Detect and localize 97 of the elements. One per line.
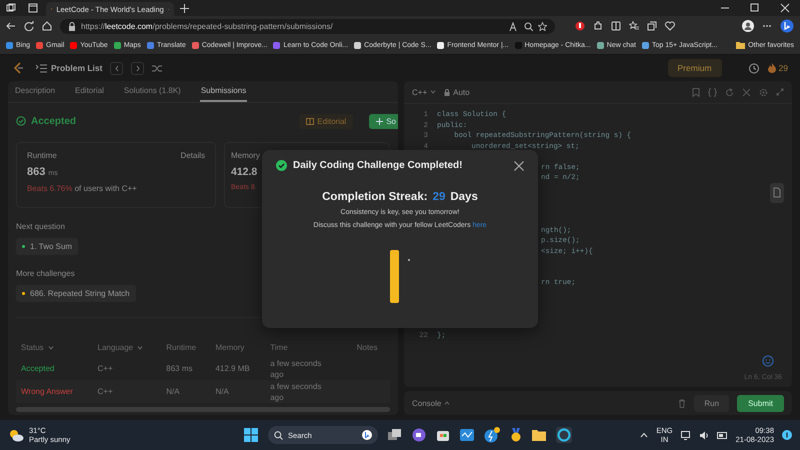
- tab-actions-icon[interactable]: [28, 3, 38, 13]
- code-language-select[interactable]: C++: [412, 88, 436, 96]
- scrollbar[interactable]: [16, 407, 390, 412]
- streak-bar-drawing: [390, 250, 412, 304]
- chevron-up-icon[interactable]: [640, 432, 648, 438]
- workspaces-icon[interactable]: [6, 3, 16, 13]
- lock-icon: [444, 88, 450, 96]
- refresh-icon[interactable]: [24, 21, 34, 31]
- copilot-icon: [362, 430, 372, 440]
- search-icon: [274, 430, 283, 440]
- column-header: Runtime: [166, 343, 196, 352]
- lock-icon: [68, 22, 76, 30]
- next-button[interactable]: [131, 62, 144, 74]
- table-cell-text: 863 ms: [166, 364, 194, 373]
- shuffle-icon[interactable]: [152, 64, 162, 72]
- tab[interactable]: Description: [14, 81, 56, 102]
- auto-mode-label: Auto: [444, 88, 470, 96]
- table-cell-text: C++: [98, 387, 114, 396]
- caret-down-icon: [137, 346, 144, 350]
- column-header: Time: [270, 343, 288, 352]
- streak-counter[interactable]: 29: [768, 63, 788, 73]
- app-icon[interactable]: [460, 428, 474, 442]
- copilot-icon[interactable]: [780, 19, 794, 33]
- plus-icon: [376, 118, 384, 124]
- start-menu-icon[interactable]: [244, 428, 258, 442]
- check-circle-icon: [16, 116, 26, 126]
- memory-value: 412.8: [231, 166, 258, 178]
- extension-icon[interactable]: [575, 21, 585, 31]
- folder-icon[interactable]: [532, 429, 546, 441]
- file-icon[interactable]: [770, 183, 784, 203]
- book-icon: [306, 118, 314, 124]
- status-text[interactable]: Accepted: [21, 364, 54, 373]
- check-circle-icon: [276, 160, 287, 171]
- status-text: Accepted: [31, 116, 76, 126]
- submit-button[interactable]: Submit: [737, 394, 784, 412]
- problem-link[interactable]: 1. Two Sum: [16, 238, 78, 255]
- table-cell-text: N/A: [166, 387, 181, 396]
- section-label: More challenges: [16, 269, 75, 278]
- column-header: Memory: [215, 343, 244, 352]
- home-icon[interactable]: [42, 21, 52, 31]
- address-bar[interactable]: https://leetcode.com/problems/repeated-substring-pattern/submissions/: [60, 18, 555, 34]
- table-cell-text: N/A: [215, 387, 230, 396]
- chevron-up-icon: [444, 401, 450, 405]
- zoom-icon[interactable]: [524, 22, 533, 30]
- read-aloud-icon[interactable]: [509, 22, 519, 30]
- chevron-down-icon: [430, 90, 436, 94]
- tab[interactable]: Solutions (1.8K): [122, 81, 182, 102]
- streak-label: Completion Streak:: [322, 191, 428, 203]
- flame-icon: [768, 63, 776, 73]
- tab[interactable]: Editorial: [74, 81, 105, 102]
- solution-button[interactable]: So: [369, 114, 398, 128]
- battery-icon[interactable]: [716, 432, 728, 438]
- chevron-left-icon: [114, 64, 120, 72]
- memory-label: Memory: [231, 151, 260, 160]
- table-cell-text: 412.9 MB: [215, 364, 251, 373]
- alarm-clock-icon[interactable]: [748, 62, 760, 74]
- app-icon[interactable]: [484, 427, 500, 443]
- volume-icon[interactable]: [698, 430, 709, 440]
- table-cell-text: C++: [98, 364, 114, 373]
- folder-icon: [736, 41, 746, 49]
- store-icon[interactable]: [436, 428, 450, 442]
- table-cell-text: a few seconds ago: [270, 380, 322, 402]
- column-header: Notes: [356, 343, 378, 352]
- streak-count: 29: [432, 191, 446, 203]
- premium-button[interactable]: Premium: [668, 59, 722, 77]
- puzzle-icon[interactable]: [593, 21, 603, 31]
- tab[interactable]: Submissions: [200, 81, 248, 102]
- details-link[interactable]: Details: [180, 151, 205, 160]
- collections-icon[interactable]: [647, 21, 657, 31]
- split-screen-icon[interactable]: [611, 21, 621, 31]
- task-view-icon[interactable]: [388, 429, 402, 441]
- modal-title: Daily Coding Challenge Completed!: [293, 160, 464, 171]
- chat-icon[interactable]: [412, 428, 426, 442]
- run-button[interactable]: Run: [694, 394, 730, 412]
- avatar-icon[interactable]: [742, 20, 754, 32]
- star-icon[interactable]: [538, 22, 547, 30]
- medal-icon[interactable]: [510, 428, 522, 442]
- leetcode-logo-icon[interactable]: [12, 61, 24, 75]
- url-text: https://leetcode.com/problems/repeated-substring-pattern/submissions/: [81, 22, 334, 30]
- browser-icon[interactable]: [556, 427, 572, 443]
- section-label: Next question: [16, 222, 65, 231]
- weather-sun-cloud-icon[interactable]: [8, 428, 24, 442]
- streak-unit: Days: [450, 191, 478, 203]
- problem-link[interactable]: 686. Repeated String Match: [16, 285, 136, 302]
- new-tab-icon[interactable]: [180, 4, 189, 12]
- list-icon: [36, 64, 47, 72]
- beats-text: Beats 6.76% of users with C++: [27, 184, 138, 193]
- heart-pulse-icon[interactable]: [665, 21, 675, 31]
- console-toggle[interactable]: Console: [412, 398, 450, 408]
- back-icon[interactable]: [6, 21, 16, 31]
- runtime-label: Runtime: [27, 151, 57, 160]
- caret-down-icon: [48, 346, 54, 350]
- network-icon[interactable]: [680, 430, 691, 440]
- problem-list-link[interactable]: Problem List: [36, 63, 102, 73]
- favorites-icon[interactable]: [629, 21, 639, 31]
- notification-icon[interactable]: [782, 430, 792, 440]
- previous-button[interactable]: [110, 62, 124, 74]
